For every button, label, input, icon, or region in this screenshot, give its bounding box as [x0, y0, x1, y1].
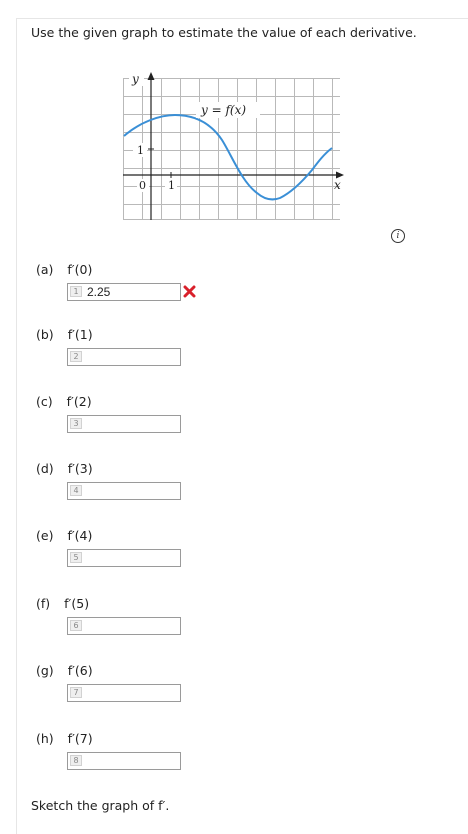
question-prompt: Use the given graph to estimate the valu… [31, 25, 417, 40]
question-b: (b) f′(1) [36, 327, 93, 342]
derivative-label: f′(1) [67, 327, 93, 342]
derivative-label: f′(4) [67, 528, 93, 543]
answer-input-f[interactable] [85, 618, 178, 634]
answer-number-badge: 3 [70, 418, 82, 429]
part-label: (h) [36, 731, 54, 746]
answer-box-f: 6 [67, 617, 181, 635]
answer-box-d: 4 [67, 482, 181, 500]
question-h: (h) f′(7) [36, 731, 93, 746]
x-tick-0-label: 0 [139, 179, 146, 192]
answer-input-e[interactable] [85, 550, 178, 566]
answer-input-h[interactable] [85, 753, 178, 769]
answer-input-d[interactable] [85, 483, 178, 499]
question-c: (c) f′(2) [36, 394, 92, 409]
part-label: (e) [36, 528, 54, 543]
derivative-label: f′(2) [66, 394, 92, 409]
question-g: (g) f′(6) [36, 663, 93, 678]
answer-box-b: 2 [67, 348, 181, 366]
derivative-label: f′(5) [64, 596, 90, 611]
question-e: (e) f′(4) [36, 528, 92, 543]
derivative-label: f′(6) [67, 663, 93, 678]
answer-number-badge: 6 [70, 620, 82, 631]
y-axis-label: y [131, 72, 139, 86]
answer-input-c[interactable] [85, 416, 178, 432]
question-f: (f) f′(5) [36, 596, 89, 611]
answer-input-a[interactable] [85, 284, 178, 300]
y-tick-1-label: 1 [137, 144, 144, 157]
part-label: (a) [36, 262, 54, 277]
part-label: (g) [36, 663, 54, 678]
part-label: (d) [36, 461, 54, 476]
answer-input-b[interactable] [85, 349, 178, 365]
answer-box-a: 1 [67, 283, 181, 301]
answer-input-g[interactable] [85, 685, 178, 701]
answer-number-badge: 2 [70, 351, 82, 362]
answer-number-badge: 1 [70, 286, 82, 297]
curve-label: y = f(x) [200, 103, 246, 117]
answer-number-badge: 4 [70, 485, 82, 496]
incorrect-x-icon [183, 285, 196, 298]
answer-box-c: 3 [67, 415, 181, 433]
question-a: (a) f′(0) [36, 262, 92, 277]
x-axis-label: x [334, 178, 341, 192]
answer-number-badge: 7 [70, 687, 82, 698]
derivative-label: f′(0) [67, 262, 93, 277]
answer-number-badge: 8 [70, 755, 82, 766]
part-label: (f) [36, 596, 51, 611]
function-graph: y y = f(x) 1 0 1 x [118, 72, 344, 224]
part-label: (b) [36, 327, 54, 342]
derivative-label: f′(7) [67, 731, 93, 746]
x-tick-1-label: 1 [168, 179, 175, 192]
question-d: (d) f′(3) [36, 461, 93, 476]
answer-box-e: 5 [67, 549, 181, 567]
answer-box-h: 8 [67, 752, 181, 770]
part-label: (c) [36, 394, 53, 409]
sketch-instruction: Sketch the graph of f′. [31, 798, 170, 813]
info-icon[interactable]: i [391, 229, 405, 243]
answer-box-g: 7 [67, 684, 181, 702]
derivative-label: f′(3) [67, 461, 93, 476]
answer-number-badge: 5 [70, 552, 82, 563]
